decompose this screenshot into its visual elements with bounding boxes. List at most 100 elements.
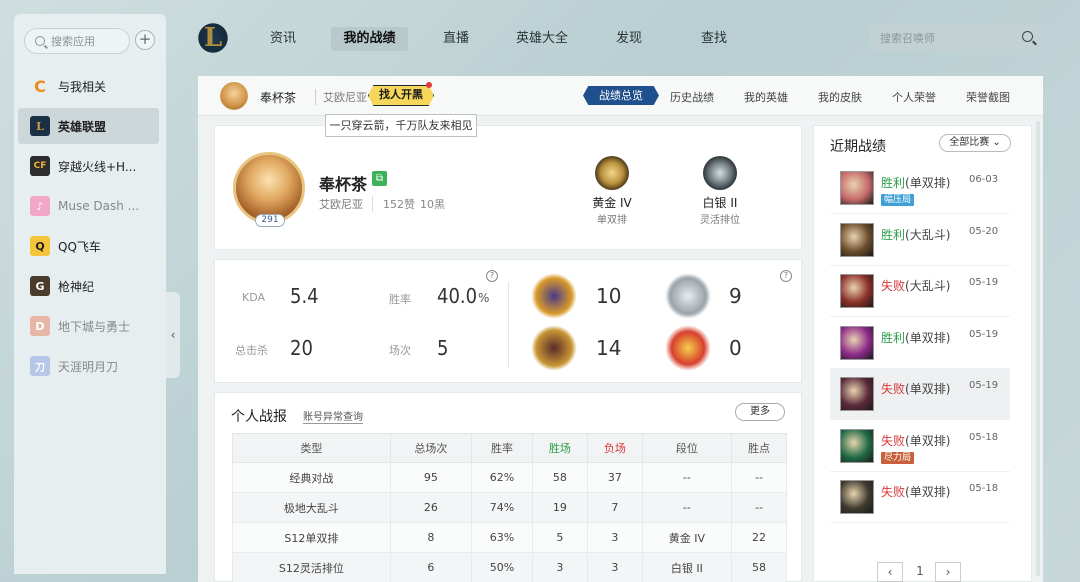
svp-count: 9 (729, 284, 742, 308)
find-team-button[interactable]: 找人开黑 (368, 85, 434, 106)
nav-find[interactable]: 查找 (694, 27, 734, 51)
sidebar-item-dnf[interactable]: D 地下城与勇士 (18, 308, 159, 344)
profile-region: 艾欧尼亚 (319, 198, 363, 211)
prev-page-button[interactable]: ‹ (877, 562, 903, 582)
match-tag: 幅压局 (881, 194, 915, 206)
match-filter-dropdown[interactable]: 全部比赛 ⌄ (939, 134, 1011, 152)
column-header: 胜率 (471, 433, 533, 463)
match-date: 05-19 (969, 380, 999, 391)
nav-heroes[interactable]: 英雄大全 (510, 27, 574, 51)
table-cell: 74% (471, 492, 533, 523)
sidebar-item-label: Muse Dash ... (58, 199, 140, 213)
kda-label: KDA (242, 291, 266, 304)
match-result: 失败(单双排) (881, 432, 950, 449)
champion-thumbnail (840, 222, 874, 257)
nav-news[interactable]: 资讯 (262, 27, 304, 51)
rank-tier: 白银 II (702, 196, 738, 210)
svp-badge-icon[interactable] (665, 273, 711, 319)
kills-label: 总击杀 (235, 344, 268, 357)
sidebar-item-musedash[interactable]: ♪ Muse Dash ... (18, 188, 159, 224)
nav-discover[interactable]: 发现 (609, 27, 649, 51)
more-button[interactable]: 更多 (735, 403, 785, 421)
sidebar-item-lol[interactable]: L 英雄联盟 (18, 108, 159, 144)
sidebar-item-qiangshenji[interactable]: G 枪神纪 (18, 268, 159, 304)
flex-rank[interactable]: 白银 II 灵活排位 (685, 156, 755, 226)
nav-my-record[interactable]: 我的战绩 (331, 27, 408, 51)
likes-count: 152赞 (372, 196, 415, 212)
table-row: S12单双排 8 63% 5 3 黄金 IV 22 (232, 522, 788, 553)
lol-logo[interactable]: L (197, 20, 229, 56)
winrate-label: 胜率 (389, 293, 411, 306)
match-row[interactable]: 胜利(大乱斗) 05-20 (830, 215, 1010, 266)
table-cell: 白银 II (641, 552, 732, 582)
sidebar-item-related[interactable]: C 与我相关 (18, 68, 159, 104)
copy-icon[interactable]: ⧉ (372, 171, 387, 186)
help-icon[interactable]: ? (780, 270, 792, 282)
tab-honor-screenshots[interactable]: 荣誉截图 (966, 89, 1010, 105)
table-cell: 8 (389, 522, 473, 553)
match-result: 失败(单双排) (881, 380, 950, 397)
chevron-down-icon: ⌄ (992, 137, 1001, 148)
table-cell: 经典对战 (232, 462, 391, 493)
profile-name: 奉杯茶 (319, 175, 368, 194)
champion-thumbnail (840, 274, 874, 308)
match-row[interactable]: 失败(单双排) 05-19 (830, 369, 1010, 420)
sidebar-item-label: 穿越火线+H... (58, 159, 137, 174)
mvp-badge-icon[interactable] (531, 273, 577, 319)
match-row[interactable]: 胜利(单双排) 06-03 幅压局 (830, 163, 1010, 214)
sidebar-item-tianya[interactable]: 刀 天涯明月刀 (18, 348, 159, 384)
summoner-search-input[interactable]: 搜索召唤师 (870, 25, 1043, 51)
profile-card: 291 奉杯茶 ⧉ 艾欧尼亚 152赞 10黑 黄金 IV 单双排 白银 II … (214, 125, 802, 250)
match-row[interactable]: 失败(大乱斗) 05-19 (830, 266, 1010, 317)
app-search-input[interactable]: 搜索应用 (24, 28, 130, 54)
table-cell: S12灵活排位 (232, 552, 391, 582)
app-search-placeholder: 搜索应用 (51, 35, 95, 48)
collapse-sidebar-button[interactable]: ‹ (166, 292, 180, 378)
mode-text: (单双排) (905, 176, 951, 190)
next-page-button[interactable]: › (935, 562, 961, 582)
match-result: 胜利(单双排) (881, 329, 950, 346)
find-team-tooltip: 一只穿云箭，千万队友来相见 (325, 114, 477, 137)
solo-rank[interactable]: 黄金 IV 单双排 (577, 156, 647, 226)
legendary-badge-icon[interactable] (531, 325, 577, 371)
table-cell: 极地大乱斗 (232, 492, 391, 523)
table-cell: 3 (586, 552, 643, 582)
rank-mode: 灵活排位 (700, 215, 740, 226)
scrollbar[interactable] (1036, 121, 1040, 576)
kills-value: 20 (290, 336, 313, 360)
nav-live[interactable]: 直播 (436, 27, 476, 51)
report-title: 个人战报 (231, 409, 287, 425)
search-icon[interactable] (1022, 31, 1033, 42)
winrate-unit: % (478, 291, 490, 305)
account-check-link[interactable]: 账号异常查询 (303, 408, 363, 424)
mode-text: (大乱斗) (905, 227, 951, 242)
sub-header: 奉杯茶 艾欧尼亚 找人开黑 战绩总览 历史战绩 我的英雄 我的皮肤 个人荣誉 荣… (198, 76, 1043, 116)
match-date: 05-19 (969, 277, 999, 288)
sidebar-item-cf[interactable]: CF 穿越火线+H... (18, 148, 159, 184)
column-header: 负场 (586, 433, 643, 463)
match-row[interactable]: 失败(单双排) 05-18 (830, 472, 1010, 523)
recent-matches-card: 近期战绩 全部比赛 ⌄ 胜利(单双排) 06-03 幅压局 胜利(大乱斗) 05-20 失… (813, 125, 1032, 582)
table-cell: 37 (586, 462, 643, 493)
table-cell: S12单双排 (232, 522, 391, 553)
tab-my-heroes[interactable]: 我的英雄 (744, 89, 788, 105)
table-cell: 3 (586, 522, 643, 553)
qqspeed-icon: Q (30, 236, 50, 256)
avatar[interactable] (220, 82, 248, 110)
tab-my-skins[interactable]: 我的皮肤 (818, 89, 862, 105)
help-icon[interactable]: ? (486, 270, 498, 282)
sidebar-item-qqspeed[interactable]: Q QQ飞车 (18, 228, 159, 264)
table-cell: 26 (389, 492, 473, 523)
pentakill-badge-icon[interactable] (665, 325, 711, 371)
match-row[interactable]: 失败(单双排) 05-18 尽力局 (830, 421, 1010, 472)
mode-text: (单双排) (905, 330, 951, 345)
notification-dot (426, 82, 432, 88)
sidebar-item-label: 枪神纪 (58, 279, 95, 294)
tab-honors[interactable]: 个人荣誉 (892, 89, 936, 105)
match-row[interactable]: 胜利(单双排) 05-19 (830, 318, 1010, 369)
add-app-button[interactable]: + (135, 30, 155, 50)
tab-history[interactable]: 历史战绩 (670, 89, 714, 105)
tab-overview[interactable]: 战绩总览 (583, 86, 659, 105)
match-tag: 尽力局 (881, 451, 915, 464)
match-date: 05-18 (969, 483, 999, 494)
